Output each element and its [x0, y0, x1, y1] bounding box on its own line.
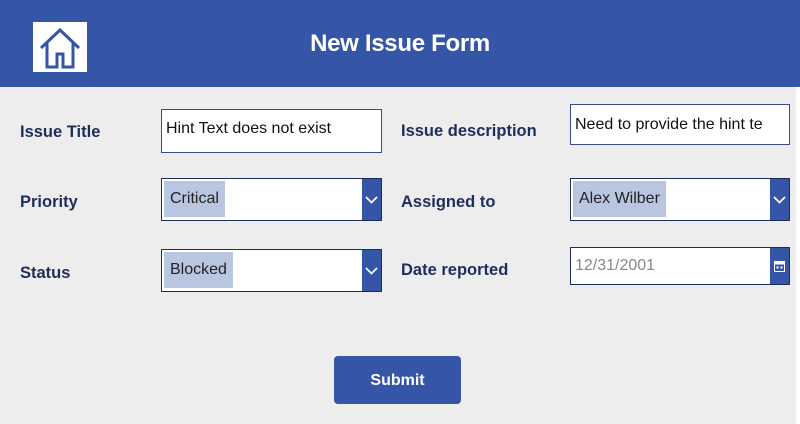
issue-title-label: Issue Title	[20, 123, 101, 141]
home-button[interactable]	[33, 22, 87, 72]
chevron-down-icon	[365, 195, 378, 204]
assigned-to-dropdown[interactable]: Alex Wilber	[570, 178, 790, 221]
scrollbar-track[interactable]	[796, 87, 800, 424]
submit-button[interactable]: Submit	[334, 356, 461, 404]
issue-description-input[interactable]: Need to provide the hint te	[570, 104, 790, 145]
date-reported-label: Date reported	[401, 261, 509, 279]
status-expand-button[interactable]	[362, 250, 381, 291]
home-icon	[39, 27, 81, 69]
date-reported-value: 12/31/2001	[575, 257, 656, 274]
calendar-icon	[774, 261, 785, 272]
status-dropdown[interactable]: Blocked	[161, 249, 382, 292]
page-title: New Issue Form	[310, 30, 490, 57]
status-selected-value: Blocked	[164, 252, 233, 288]
issue-description-label: Issue description	[401, 122, 537, 140]
priority-dropdown[interactable]: Critical	[161, 178, 382, 221]
issue-title-input[interactable]: Hint Text does not exist	[161, 109, 382, 153]
assigned-to-expand-button[interactable]	[770, 179, 789, 220]
assigned-to-selected-value: Alex Wilber	[573, 181, 666, 217]
chevron-down-icon	[773, 195, 786, 204]
status-label: Status	[20, 264, 71, 282]
priority-selected-value: Critical	[164, 181, 225, 217]
calendar-button[interactable]	[770, 248, 789, 284]
app-header: New Issue Form	[0, 0, 800, 87]
assigned-to-label: Assigned to	[401, 193, 496, 211]
priority-expand-button[interactable]	[362, 179, 381, 220]
chevron-down-icon	[365, 266, 378, 275]
date-reported-picker[interactable]: 12/31/2001	[570, 247, 790, 285]
priority-label: Priority	[20, 193, 78, 211]
